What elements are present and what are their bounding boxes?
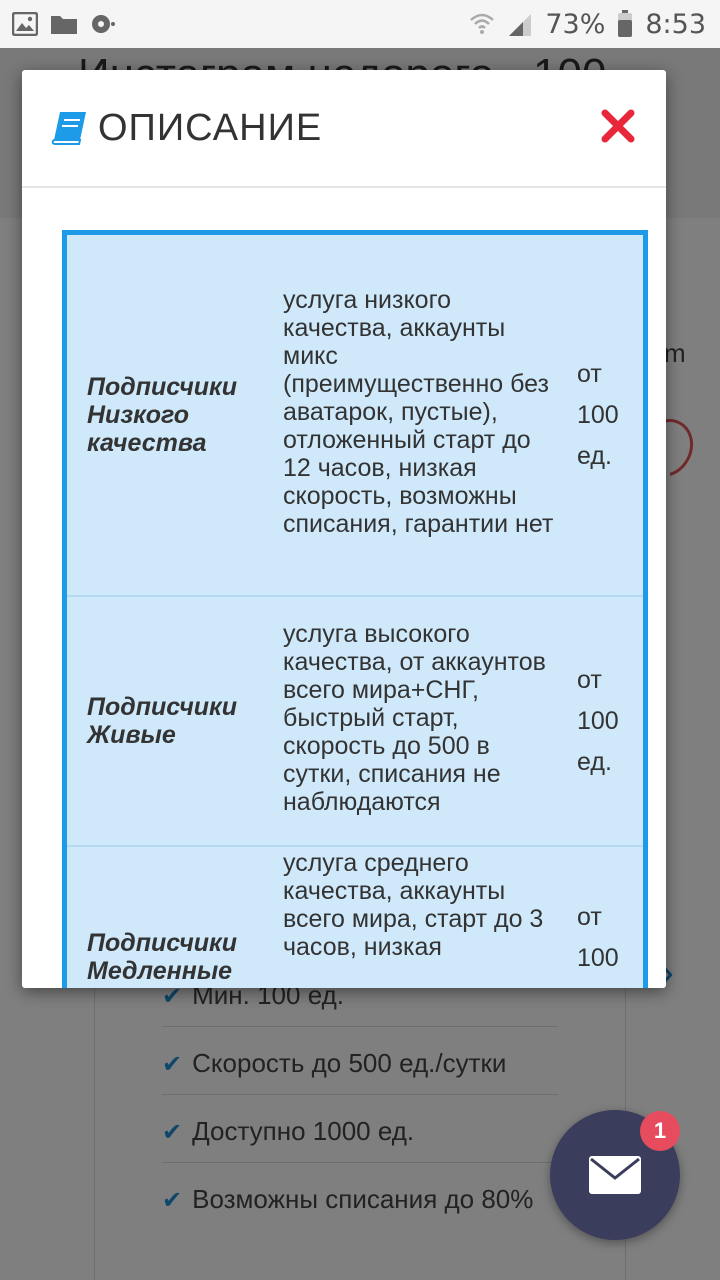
modal-title: ОПИСАНИЕ <box>98 106 323 149</box>
table-row: Подписчики Живые услуга высокого качеств… <box>67 597 643 847</box>
description-modal: ОПИСАНИЕ Подписчики Низкого качества усл… <box>22 70 666 988</box>
battery-percent: 73% <box>545 8 606 40</box>
table-row: Подписчики Низкого качества услуга низко… <box>67 235 643 597</box>
service-description: услуга низкого качества, аккаунты микс (… <box>283 286 554 538</box>
description-table: Подписчики Низкого качества услуга низко… <box>62 230 648 988</box>
status-bar: 73% 8:53 <box>0 0 720 48</box>
battery-icon <box>617 10 633 38</box>
modal-header: ОПИСАНИЕ <box>22 70 666 188</box>
service-description: услуга среднего качества, аккаунты всего… <box>283 849 544 961</box>
service-quantity: от 100 <box>577 903 619 972</box>
close-icon[interactable] <box>600 108 636 144</box>
service-name: Подписчики Живые <box>87 693 237 749</box>
clock: 8:53 <box>645 8 706 40</box>
service-quantity: от 100 ед. <box>577 665 619 776</box>
book-icon <box>51 112 86 145</box>
gallery-icon <box>12 12 38 36</box>
service-description: услуга высокого качества, от аккаунтов в… <box>283 620 546 816</box>
folder-icon <box>50 13 78 35</box>
signal-icon <box>507 12 533 36</box>
media-icon <box>90 12 116 36</box>
service-name: Подписчики Медленные <box>87 929 237 985</box>
service-name: Подписчики Низкого качества <box>87 373 237 457</box>
notification-badge: 1 <box>640 1111 680 1151</box>
wifi-icon <box>469 12 495 36</box>
table-row: Подписчики Медленные услуга среднего кач… <box>67 847 643 988</box>
service-quantity: от 100 ед. <box>577 359 619 470</box>
mail-icon <box>589 1156 641 1194</box>
